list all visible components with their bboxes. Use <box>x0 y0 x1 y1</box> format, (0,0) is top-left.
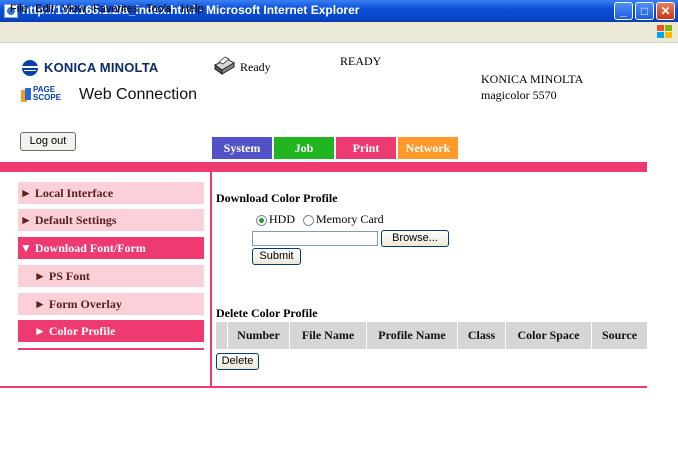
close-button[interactable]: ✕ <box>656 2 675 20</box>
radio-hdd[interactable] <box>256 215 267 226</box>
browse-button[interactable]: Browse... <box>381 230 449 247</box>
footer-divider <box>0 386 647 388</box>
radio-memory-card-label: Memory Card <box>316 212 384 226</box>
radio-memory-card[interactable] <box>303 215 314 226</box>
sidebar-divider <box>18 348 204 350</box>
tab-network[interactable]: Network <box>398 137 458 159</box>
color-profile-table: Number File Name Profile Name Class Colo… <box>216 322 647 349</box>
maximize-button[interactable]: □ <box>635 2 654 20</box>
submit-button[interactable]: Submit <box>252 248 301 265</box>
menu-file[interactable]: File <box>10 3 28 15</box>
file-path-input[interactable] <box>252 231 378 246</box>
minimize-button[interactable]: _ <box>614 2 633 20</box>
download-section-title: Download Color Profile <box>216 191 338 205</box>
product-name: Web Connection <box>79 86 197 103</box>
menu-help[interactable]: Help <box>181 3 204 15</box>
column-header-color-space: Color Space <box>506 322 592 349</box>
sidebar-item-default-settings[interactable]: ► Default Settings <box>18 209 204 231</box>
menu-favorites[interactable]: Favorites <box>93 3 138 15</box>
printer-icon <box>214 56 235 75</box>
column-header-source: Source <box>592 322 647 349</box>
column-header-number: Number <box>228 322 290 349</box>
delete-section-title: Delete Color Profile <box>216 306 318 320</box>
sidebar-item-download-font-form[interactable]: ▼ Download Font/Form <box>18 237 204 259</box>
sidebar-item-form-overlay[interactable]: ► Form Overlay <box>18 293 204 315</box>
column-header-class: Class <box>458 322 506 349</box>
header-divider <box>0 162 647 172</box>
menu-edit[interactable]: Edit <box>35 3 54 15</box>
logout-button[interactable]: Log out <box>20 132 76 151</box>
radio-hdd-label: HDD <box>269 212 295 226</box>
menu-bar <box>0 22 678 43</box>
tab-job[interactable]: Job <box>274 137 334 159</box>
windows-logo-icon <box>656 24 672 39</box>
sidebar-item-ps-font[interactable]: ► PS Font <box>18 265 204 287</box>
model-name: magicolor 5570 <box>481 88 557 102</box>
column-header-file-name: File Name <box>290 322 367 349</box>
menu-tools[interactable]: Tools <box>146 3 172 15</box>
printer-status: Ready <box>240 60 271 74</box>
column-header-profile-name: Profile Name <box>367 322 458 349</box>
delete-button[interactable]: Delete <box>216 353 259 370</box>
menu-view[interactable]: View <box>62 3 86 15</box>
panel-message: READY <box>340 54 382 68</box>
tab-print[interactable]: Print <box>336 137 396 159</box>
pagescope-label: PAGE SCOPE <box>33 85 62 102</box>
konica-minolta-logo-icon <box>22 60 38 76</box>
brand-logo-text: KONICA MINOLTA <box>44 60 159 75</box>
tab-system[interactable]: System <box>212 137 272 159</box>
vertical-divider <box>210 172 212 386</box>
select-column-header <box>216 322 228 349</box>
sidebar-item-color-profile[interactable]: ► Color Profile <box>18 320 204 342</box>
model-brand: KONICA MINOLTA <box>481 72 584 86</box>
sidebar-item-local-interface[interactable]: ► Local Interface <box>18 182 204 204</box>
